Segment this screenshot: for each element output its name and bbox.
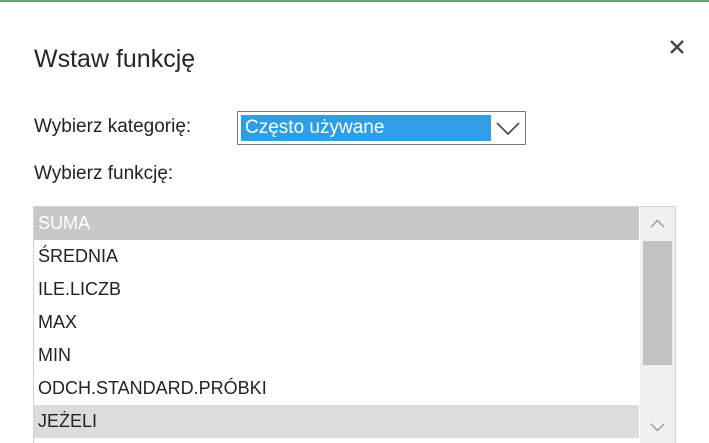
close-button[interactable]	[660, 30, 694, 64]
list-scrollbar[interactable]	[640, 207, 675, 443]
insert-function-dialog: Wstaw funkcję Wybierz kategorię: Często …	[0, 0, 709, 443]
category-select[interactable]: Często używane	[237, 111, 526, 145]
dialog-title: Wstaw funkcję	[34, 45, 196, 73]
chevron-up-icon	[650, 219, 665, 228]
function-listbox[interactable]: SUMA ŚREDNIA ILE.LICZB MAX MIN ODCH.STAN…	[33, 206, 676, 443]
top-accent-line	[0, 0, 709, 2]
list-item-suma[interactable]: SUMA	[34, 207, 639, 240]
category-label: Wybierz kategorię:	[34, 116, 192, 137]
list-item-odch-standard-probki[interactable]: ODCH.STANDARD.PRÓBKI	[34, 372, 639, 405]
list-item-max[interactable]: MAX	[34, 306, 639, 339]
scroll-thumb[interactable]	[643, 241, 672, 365]
list-item-min[interactable]: MIN	[34, 339, 639, 372]
list-item-srednia[interactable]: ŚREDNIA	[34, 240, 639, 273]
chevron-down-icon	[650, 423, 665, 432]
close-icon	[670, 40, 684, 54]
list-item-ile-liczb[interactable]: ILE.LICZB	[34, 273, 639, 306]
scroll-down-button[interactable]	[640, 410, 675, 443]
chevron-down-icon	[496, 122, 520, 136]
function-label: Wybierz funkcję:	[34, 163, 174, 184]
category-selected-value: Często używane	[241, 115, 491, 141]
list-item-jezeli[interactable]: JEŻELI	[34, 405, 639, 438]
scroll-up-button[interactable]	[640, 207, 675, 241]
function-list: SUMA ŚREDNIA ILE.LICZB MAX MIN ODCH.STAN…	[34, 207, 639, 443]
